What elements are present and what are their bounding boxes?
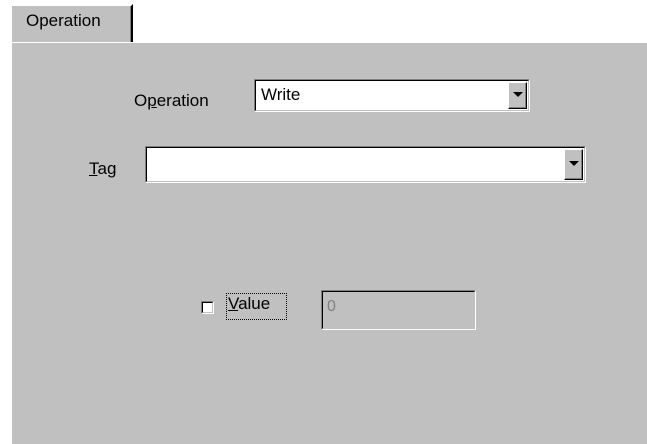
operation-label-pre: O	[134, 91, 148, 110]
tag-combobox[interactable]	[145, 146, 586, 183]
chevron-down-icon	[569, 161, 579, 166]
operation-dropdown-button[interactable]	[508, 82, 527, 109]
operation-dialog: Operation Operation Write Tag Value 0	[0, 0, 647, 444]
tag-label-post: ag	[97, 159, 117, 178]
operation-label-mnemonic: p	[147, 91, 157, 110]
tag-label-mnemonic: T	[89, 159, 98, 178]
value-checkbox[interactable]	[201, 301, 214, 314]
tag-dropdown-button[interactable]	[564, 149, 583, 180]
tag-label: Tag	[89, 159, 116, 179]
operation-label-post: eration	[156, 91, 209, 110]
chevron-down-icon	[513, 92, 523, 97]
operation-label: Operation	[134, 91, 209, 111]
value-label-post: alue	[238, 294, 271, 313]
value-input[interactable]: 0	[321, 290, 476, 330]
tab-operation-label: Operation	[26, 11, 101, 30]
tab-operation[interactable]: Operation	[10, 4, 133, 42]
operation-combobox-value: Write	[261, 85, 301, 104]
value-label-mnemonic: V	[228, 294, 239, 313]
operation-combobox[interactable]: Write	[254, 79, 530, 112]
value-input-text: 0	[327, 298, 336, 315]
value-checkbox-label[interactable]: Value	[228, 294, 270, 314]
